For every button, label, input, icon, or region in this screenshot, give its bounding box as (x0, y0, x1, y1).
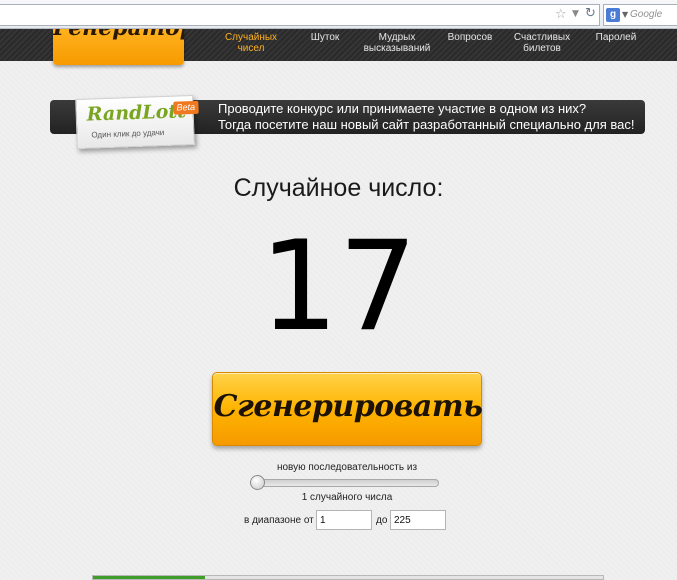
generate-button[interactable]: Сгенерировать (212, 372, 483, 446)
random-number-display: 17 (259, 215, 418, 359)
generate-button-label: Сгенерировать (213, 389, 483, 424)
bottom-progress-bar (92, 575, 604, 580)
nav-item-label: Мудрых (378, 32, 416, 43)
banner-line: Тогда посетите наш новый сайт разработан… (218, 117, 635, 132)
nav-item-lucky-tickets[interactable]: Счастливых билетов (511, 32, 573, 54)
banner-text: Проводите конкурс или принимаете участие… (218, 101, 638, 133)
beta-badge: Beta (173, 100, 199, 115)
reload-icon[interactable]: ↻ (585, 6, 596, 21)
nav-item-label: чисел (237, 43, 265, 54)
range-to-label: до (376, 515, 388, 526)
nav-item-questions[interactable]: Вопросов (444, 32, 496, 43)
count-slider-track[interactable] (251, 479, 439, 487)
count-slider-handle[interactable] (250, 475, 265, 490)
nav-item-label: билетов (523, 43, 561, 54)
address-bar[interactable]: ☆ ▼ ↻ (0, 4, 600, 26)
banner-line: Проводите конкурс или принимаете участие… (218, 101, 587, 116)
nav-item-random-numbers[interactable]: Случайных чисел (222, 32, 280, 54)
site-logo[interactable]: Генератор (53, 29, 184, 65)
nav-item-label: Случайных (224, 32, 278, 43)
search-placeholder: Google (630, 9, 663, 20)
range-to-input[interactable] (390, 510, 446, 530)
result-title: Случайное число: (233, 174, 444, 202)
nav-item-label: Счастливых (513, 32, 571, 43)
range-from-input[interactable] (316, 510, 372, 530)
randlott-slogan: Один клик до удачи (91, 127, 165, 140)
nav-item-label: Вопросов (447, 32, 493, 43)
google-icon[interactable]: g (606, 8, 620, 22)
search-box[interactable]: g ▼ Google (603, 4, 677, 26)
randlott-brand: RandLott (86, 100, 187, 126)
range-from-label: в диапазоне от (244, 515, 314, 526)
browser-toolbar: ☆ ▼ ↻ g ▼ Google (0, 0, 677, 29)
bottom-progress-fill (93, 576, 206, 579)
nav-item-quotes[interactable]: Мудрых высказываний (362, 32, 432, 54)
randlott-logo[interactable]: RandLott Beta Один клик до удачи (75, 94, 199, 150)
count-label: 1 случайного числа (301, 492, 393, 503)
nav-item-jokes[interactable]: Шуток (303, 32, 347, 43)
logo-text: Генератор (53, 29, 184, 41)
search-engine-dropdown-icon[interactable]: ▼ (622, 10, 628, 19)
nav-item-label: Шуток (310, 32, 340, 43)
nav-item-label: Паролей (595, 32, 637, 43)
history-dropdown-icon[interactable]: ▼ (572, 9, 579, 19)
nav-item-passwords[interactable]: Паролей (591, 32, 641, 43)
bookmark-star-icon[interactable]: ☆ (555, 7, 567, 22)
nav-item-label: высказываний (363, 43, 431, 54)
sequence-label: новую последовательность из (276, 462, 418, 473)
